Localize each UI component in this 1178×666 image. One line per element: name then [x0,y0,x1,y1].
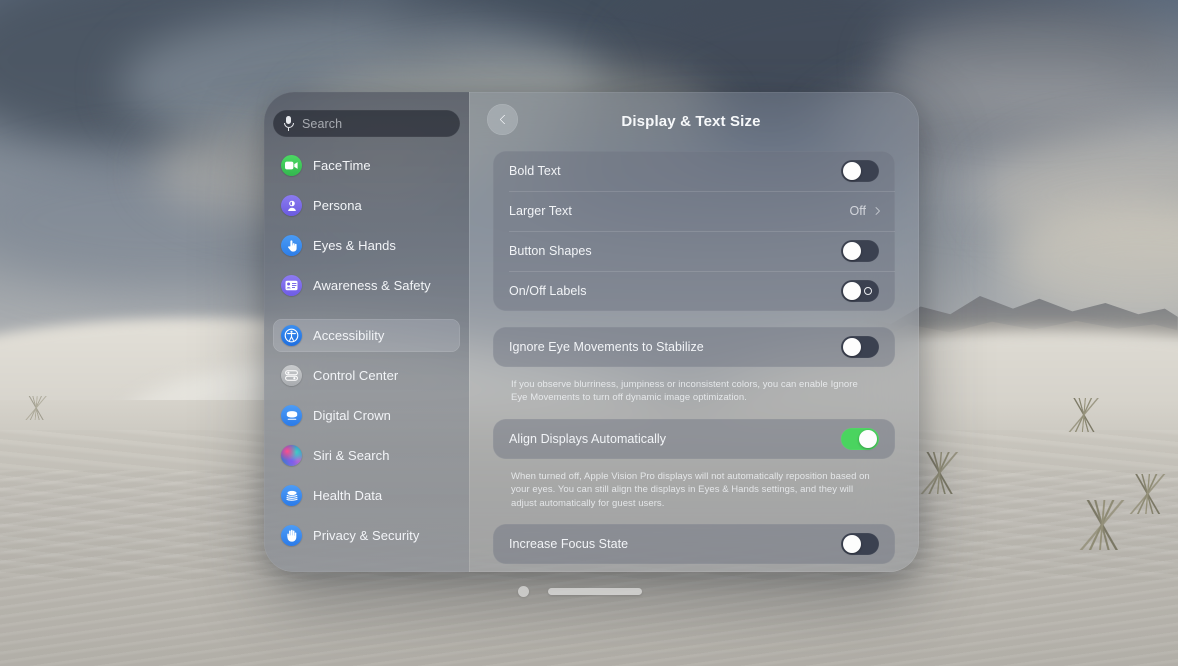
settings-row-larger-text[interactable]: Larger Text Off [493,191,895,231]
desert-shrub [24,396,50,420]
sidebar-item-accessibility[interactable]: Accessibility [273,319,460,352]
close-dot-icon[interactable] [518,586,529,597]
sidebar-item-privacy-and-security[interactable]: Privacy & Security [273,519,460,552]
row-label: Ignore Eye Movements to Stabilize [509,340,704,354]
sidebar-item-label: Accessibility [313,328,385,343]
bold-text-toggle[interactable] [841,160,879,182]
persona-icon [281,195,302,216]
sidebar-item-label: Persona [313,198,362,213]
settings-row-increase-focus-state[interactable]: Increase Focus State [493,524,895,564]
desert-shrub [1128,474,1170,514]
chevron-left-icon [499,114,509,125]
desert-shrub [918,452,964,494]
toggle-knob [859,429,877,448]
sidebar-item-label: Control Center [313,368,399,383]
row-label: Bold Text [509,164,561,178]
settings-sidebar: Search FaceTime Persona Eyes & Hands Awa [264,92,469,572]
row-label: Align Displays Automatically [509,431,667,446]
window-resize-bar[interactable] [548,588,642,595]
accessibility-icon [281,325,302,346]
toggle-knob [843,535,861,554]
larger-text-value: Off [849,204,866,218]
off-label-circle-icon [864,287,872,295]
search-input[interactable]: Search [273,110,460,137]
toggle-knob [843,338,861,356]
settings-group-align-displays: Align Displays Automatically [493,418,895,459]
detail-pane: Display & Text Size Bold Text Larger Tex… [469,92,919,572]
desert-shrub [1068,398,1102,432]
sidebar-item-label: Siri & Search [313,448,390,463]
sidebar-item-label: Health Data [313,488,383,503]
digital-crown-icon [281,405,302,426]
align-displays-description: When turned off, Apple Vision Pro displa… [511,470,870,509]
sidebar-item-siri-and-search[interactable]: Siri & Search [273,439,460,472]
cloud-shape [880,10,1178,120]
desert-shrub [1076,500,1132,550]
sidebar-item-digital-crown[interactable]: Digital Crown [273,399,460,432]
increase-focus-state-toggle[interactable] [841,533,879,556]
awareness-safety-icon [281,275,302,296]
settings-group-ignore-eye-movements: Ignore Eye Movements to Stabilize [493,327,895,367]
button-shapes-toggle[interactable] [841,240,879,262]
settings-row-bold-text[interactable]: Bold Text [493,151,895,191]
sidebar-item-label: Eyes & Hands [313,238,396,253]
sidebar-item-persona[interactable]: Persona [273,189,460,222]
detail-header: Display & Text Size [487,92,895,151]
settings-window: Search FaceTime Persona Eyes & Hands Awa [264,92,919,572]
sidebar-item-label: Awareness & Safety [313,278,431,293]
row-label: Button Shapes [509,244,592,258]
settings-row-align-displays[interactable]: Align Displays Automatically [493,419,895,459]
sidebar-item-facetime[interactable]: FaceTime [273,149,460,182]
settings-row-on-off-labels[interactable]: On/Off Labels [493,271,895,311]
sidebar-item-label: FaceTime [313,158,371,173]
settings-group-focus-state: Increase Focus State [493,524,895,565]
privacy-hand-icon [281,525,302,546]
sidebar-item-health-data[interactable]: Health Data [273,479,460,512]
cloud-shape [980,130,1178,260]
back-button[interactable] [487,104,518,135]
siri-orb-icon [281,445,302,466]
facetime-video-icon [281,155,302,176]
microphone-icon [283,116,294,131]
page-title: Display & Text Size [621,113,761,130]
sidebar-item-label: Digital Crown [313,408,391,423]
hand-pointer-icon [281,235,302,256]
ignore-eye-movements-description: If you observe blurriness, jumpiness or … [511,379,858,404]
on-off-labels-toggle[interactable] [841,280,879,302]
sidebar-item-control-center[interactable]: Control Center [273,359,460,392]
sidebar-item-awareness-and-safety[interactable]: Awareness & Safety [273,269,460,302]
settings-row-ignore-eye-movements[interactable]: Ignore Eye Movements to Stabilize [493,327,895,367]
window-controls [518,586,642,597]
row-label: On/Off Labels [509,284,587,298]
sidebar-section-divider [273,309,460,319]
toggle-knob [843,242,861,260]
chevron-right-icon [871,206,881,216]
sidebar-item-eyes-and-hands[interactable]: Eyes & Hands [273,229,460,262]
search-placeholder: Search [302,116,343,131]
toggle-knob [843,282,861,300]
row-label: Larger Text [509,204,572,218]
cloud-shape [1000,200,1178,320]
toggle-knob [843,162,861,180]
control-center-icon [281,365,302,386]
sidebar-item-label: Privacy & Security [313,528,420,543]
row-label: Increase Focus State [509,537,629,552]
health-data-icon [281,485,302,506]
settings-group-display: Bold Text Larger Text Off Button Shapes … [493,151,895,311]
align-displays-toggle[interactable] [841,427,879,450]
ignore-eye-movements-toggle[interactable] [841,336,879,358]
settings-row-button-shapes[interactable]: Button Shapes [493,231,895,271]
